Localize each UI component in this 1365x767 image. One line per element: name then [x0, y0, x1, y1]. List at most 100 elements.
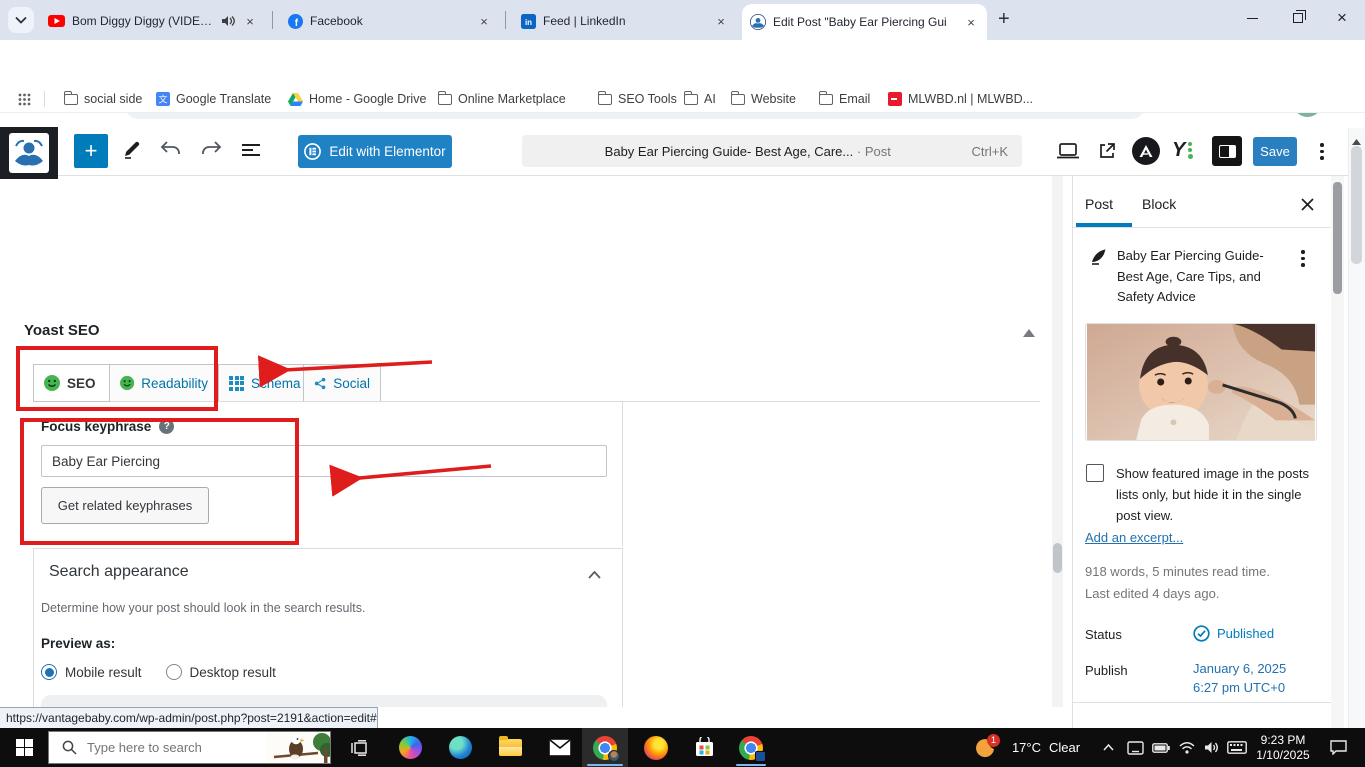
bookmark-online-marketplace[interactable]: Online Marketplace — [434, 88, 570, 110]
task-view-icon[interactable] — [340, 728, 380, 767]
bookmark-ai[interactable]: AI — [680, 88, 720, 110]
apps-grid-icon[interactable] — [18, 93, 31, 111]
notification-icon[interactable] — [1318, 728, 1358, 767]
volume-icon[interactable] — [1198, 728, 1224, 767]
preview-devices-icon[interactable] — [1056, 142, 1080, 165]
undo-icon[interactable] — [160, 141, 182, 162]
tab-title: Facebook — [310, 14, 469, 28]
ms-store-icon[interactable] — [682, 728, 726, 767]
edit-with-elementor-button[interactable]: Edit with Elementor — [298, 135, 452, 168]
view-post-external-icon[interactable] — [1098, 142, 1116, 165]
post-options-icon[interactable] — [1301, 250, 1305, 267]
file-explorer-icon[interactable] — [488, 728, 532, 767]
weather-badge: 1 — [987, 734, 1000, 747]
list-view-icon[interactable] — [240, 143, 262, 162]
close-icon[interactable]: × — [242, 13, 258, 29]
screen: Bom Diggy Diggy (VIDEO) | × f Facebook ×… — [0, 0, 1365, 767]
sidebar-post-title[interactable]: Baby Ear Piercing Guide- Best Age, Care … — [1117, 246, 1289, 308]
restore-button[interactable] — [1275, 0, 1321, 36]
sidebar-tab-block[interactable]: Block — [1142, 196, 1176, 212]
tab-edit-post-active[interactable]: Edit Post "Baby Ear Piercing Gui × — [742, 4, 987, 40]
search-appearance-title: Search appearance — [49, 563, 189, 581]
radio-mobile-result[interactable] — [41, 664, 57, 680]
elementor-button-label: Edit with Elementor — [329, 144, 445, 159]
keyboard-icon[interactable] — [1222, 728, 1252, 767]
youtube-icon — [48, 15, 65, 27]
yoast-icon[interactable]: Y — [1172, 139, 1193, 162]
document-title-bar[interactable]: Baby Ear Piercing Guide- Best Age, Care.… — [522, 135, 1022, 167]
chevron-up-icon[interactable] — [588, 566, 601, 584]
add-excerpt-link[interactable]: Add an excerpt... — [1085, 530, 1183, 545]
folder-icon — [684, 94, 698, 105]
profile-badge — [755, 751, 766, 762]
publish-date-link[interactable]: January 6, 2025 6:27 pm UTC+0 — [1193, 661, 1286, 695]
close-window-button[interactable]: × — [1319, 0, 1365, 36]
content-scrollbar-track[interactable] — [1052, 176, 1063, 707]
collapse-panel-icon[interactable] — [1023, 324, 1035, 342]
edit-tool-pencil-icon[interactable] — [122, 139, 142, 164]
weather-moon-icon[interactable]: 1 — [968, 728, 1004, 767]
yoast-panel-heading: Yoast SEO — [24, 322, 100, 339]
close-sidebar-button[interactable] — [1300, 197, 1315, 217]
new-tab-button[interactable]: + — [998, 9, 1010, 29]
bookmark-google-drive[interactable]: Home - Google Drive — [284, 88, 430, 110]
translate-icon: 文 — [156, 92, 170, 106]
weather-widget[interactable]: 17°C Clear — [1004, 728, 1088, 767]
mail-icon[interactable] — [538, 728, 582, 767]
tablet-mode-icon[interactable] — [1122, 728, 1148, 767]
chrome-taskbar-active[interactable] — [582, 728, 628, 767]
battery-icon[interactable] — [1148, 728, 1174, 767]
command-shortcut: Ctrl+K — [972, 144, 1008, 159]
yoast-tab-schema[interactable]: Schema — [218, 364, 304, 402]
start-button[interactable] — [0, 728, 48, 767]
copilot-icon[interactable] — [388, 728, 432, 767]
bookmarks-bar: social side 文 Google Translate Home - Go… — [0, 85, 1365, 113]
status-label: Status — [1085, 627, 1122, 642]
sidebar-scrollbar-thumb[interactable] — [1333, 182, 1342, 294]
content-scrollbar-thumb[interactable] — [1053, 543, 1062, 573]
sidebar-tab-post[interactable]: Post — [1085, 196, 1113, 212]
taskbar-search-box[interactable] — [48, 731, 331, 764]
yoast-tab-social[interactable]: Social — [303, 364, 381, 402]
redo-icon[interactable] — [200, 141, 222, 162]
featured-image[interactable] — [1085, 323, 1317, 441]
bookmark-mlwbd[interactable]: MLWBD.nl | MLWBD... — [884, 88, 1037, 110]
bookmarks-divider — [44, 91, 45, 107]
avatar-badge — [608, 750, 620, 762]
folder-icon — [598, 94, 612, 105]
browser-navbar: vantagebaby.com/wp-admin/post.php?post=2… — [0, 40, 1365, 85]
bookmark-email[interactable]: Email — [815, 88, 874, 110]
tab-linkedin[interactable]: in Feed | LinkedIn × — [513, 6, 737, 36]
chrome-profile2-icon[interactable] — [728, 728, 774, 767]
wp-site-logo[interactable] — [0, 127, 58, 179]
taskbar-search-input[interactable] — [87, 740, 266, 755]
schema-grid-icon — [229, 376, 244, 391]
bookmark-social-side[interactable]: social side — [60, 88, 146, 110]
firefox-icon[interactable] — [634, 728, 678, 767]
featured-image-checkbox[interactable] — [1086, 464, 1104, 482]
close-icon[interactable]: × — [713, 13, 729, 29]
close-icon[interactable]: × — [476, 13, 492, 29]
taskbar-clock[interactable]: 9:23 PM 1/10/2025 — [1252, 728, 1314, 767]
wifi-icon[interactable] — [1174, 728, 1200, 767]
tray-chevron-icon[interactable] — [1094, 728, 1122, 767]
more-options-icon[interactable] — [1320, 143, 1324, 160]
tab-search-button[interactable] — [8, 7, 34, 33]
tab-title: Bom Diggy Diggy (VIDEO) | — [72, 14, 214, 28]
tab-facebook[interactable]: f Facebook × — [280, 6, 500, 36]
add-block-button[interactable]: + — [74, 134, 108, 168]
audio-speaker-icon[interactable] — [221, 15, 235, 27]
bookmark-website[interactable]: Website — [727, 88, 800, 110]
status-value[interactable]: Published — [1193, 625, 1274, 642]
edge-icon[interactable] — [438, 728, 482, 767]
minimize-button[interactable] — [1229, 0, 1275, 36]
close-icon[interactable]: × — [963, 14, 979, 30]
settings-panel-toggle-button[interactable] — [1212, 136, 1242, 166]
radio-desktop-result[interactable] — [166, 664, 182, 680]
browser-scrollbar-thumb[interactable] — [1351, 146, 1362, 264]
bookmark-google-translate[interactable]: 文 Google Translate — [152, 88, 275, 110]
astra-icon[interactable] — [1132, 137, 1160, 165]
save-button[interactable]: Save — [1253, 137, 1297, 166]
bookmark-seo-tools[interactable]: SEO Tools — [594, 88, 681, 110]
tab-youtube[interactable]: Bom Diggy Diggy (VIDEO) | × — [40, 6, 266, 36]
